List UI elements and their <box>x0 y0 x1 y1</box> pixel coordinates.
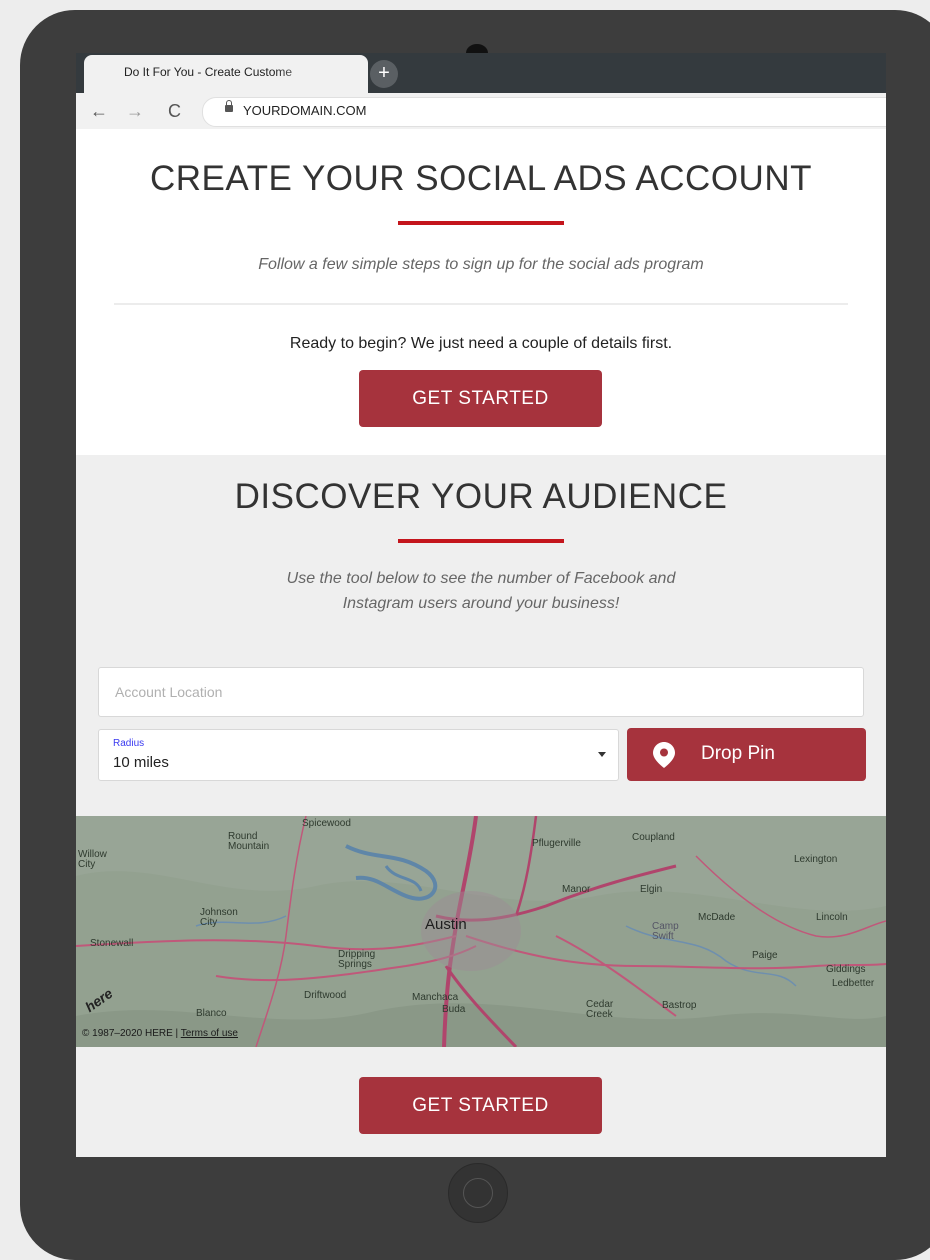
map-label: Buda <box>442 1004 466 1015</box>
map-label: Coupland <box>632 832 675 843</box>
map-copyright: © 1987–2020 HERE | <box>82 1028 179 1039</box>
map-label-austin: Austin <box>425 916 467 933</box>
map-label: Driftwood <box>304 990 347 1001</box>
tab-title: Do It For You - Create Custome <box>124 65 344 79</box>
bottom-get-started-button[interactable]: GET STARTED <box>359 1077 602 1134</box>
get-started-button[interactable]: GET STARTED <box>359 370 602 427</box>
url-text: YOURDOMAIN.COM <box>243 103 367 118</box>
title-underline <box>398 221 564 225</box>
section-divider <box>114 303 848 305</box>
signup-title: CREATE YOUR SOCIAL ADS ACCOUNT <box>150 159 812 198</box>
reload-icon[interactable]: C <box>168 101 181 122</box>
map-label: Lincoln <box>816 912 848 923</box>
map-label: Round Mountain <box>228 831 270 852</box>
map-label: Stonewall <box>90 938 134 949</box>
map-label: Blanco <box>196 1008 227 1019</box>
back-arrow-icon[interactable]: ← <box>90 101 108 122</box>
map-label: Johnson City <box>200 907 238 928</box>
browser-screen: Do It For You - Create Custome + ← → C Y… <box>76 53 886 1157</box>
map-label: Dripping Springs <box>338 949 376 970</box>
map-label: Ledbetter <box>832 978 875 989</box>
forward-arrow-icon[interactable]: → <box>126 101 144 122</box>
drop-pin-button[interactable]: Drop Pin <box>627 728 866 781</box>
map-label: Giddings <box>826 964 866 975</box>
signup-subtitle: Follow a few simple steps to sign up for… <box>258 256 704 273</box>
map-label: Manchaca <box>412 992 459 1003</box>
map-label: Paige <box>752 950 778 961</box>
address-bar: ← → C YOURDOMAIN.COM <box>76 93 886 129</box>
audience-section: DISCOVER YOUR AUDIENCE Use the tool belo… <box>76 455 886 1157</box>
map-label: Bastrop <box>662 1000 697 1011</box>
map-label: Elgin <box>640 884 663 895</box>
home-button[interactable] <box>448 1163 508 1223</box>
account-location-placeholder: Account Location <box>115 684 223 700</box>
account-location-input[interactable]: Account Location <box>98 667 864 717</box>
audience-subtitle-line1: Use the tool below to see the number of … <box>286 570 676 587</box>
map-label: Spicewood <box>302 818 351 829</box>
map-label: Lexington <box>794 854 838 865</box>
radius-label: Radius <box>113 738 145 749</box>
map-label: Cedar Creek <box>586 999 614 1020</box>
map-pin-icon <box>653 742 675 768</box>
drop-pin-label: Drop Pin <box>701 743 775 764</box>
map-label: Camp Swift <box>652 921 679 942</box>
radius-select[interactable]: Radius 10 miles <box>98 729 619 781</box>
map-label: McDade <box>698 912 736 923</box>
map-label: Pflugerville <box>532 838 581 849</box>
audience-map[interactable]: Spicewood Round Mountain Willow City Pfl… <box>76 816 886 1047</box>
map-attribution: © 1987–2020 HERE | Terms of use <box>82 1028 238 1039</box>
terms-of-use-link[interactable]: Terms of use <box>181 1028 238 1039</box>
new-tab-button[interactable]: + <box>370 60 398 88</box>
tab-bar: Do It For You - Create Custome + <box>76 53 886 93</box>
signup-section: CREATE YOUR SOCIAL ADS ACCOUNT Follow a … <box>76 129 886 455</box>
browser-tab[interactable]: Do It For You - Create Custome <box>84 55 368 93</box>
map-label: Willow City <box>78 849 107 870</box>
audience-title-underline <box>398 539 564 543</box>
url-field[interactable]: YOURDOMAIN.COM <box>202 97 886 127</box>
audience-title: DISCOVER YOUR AUDIENCE <box>234 477 728 516</box>
audience-subtitle-line2: Instagram users around your business! <box>342 595 620 612</box>
lock-icon <box>225 100 233 112</box>
map-label: Manor <box>562 884 591 895</box>
radius-value: 10 miles <box>113 754 169 771</box>
signup-prompt: Ready to begin? We just need a couple of… <box>289 335 673 352</box>
dropdown-caret-icon <box>598 752 606 757</box>
